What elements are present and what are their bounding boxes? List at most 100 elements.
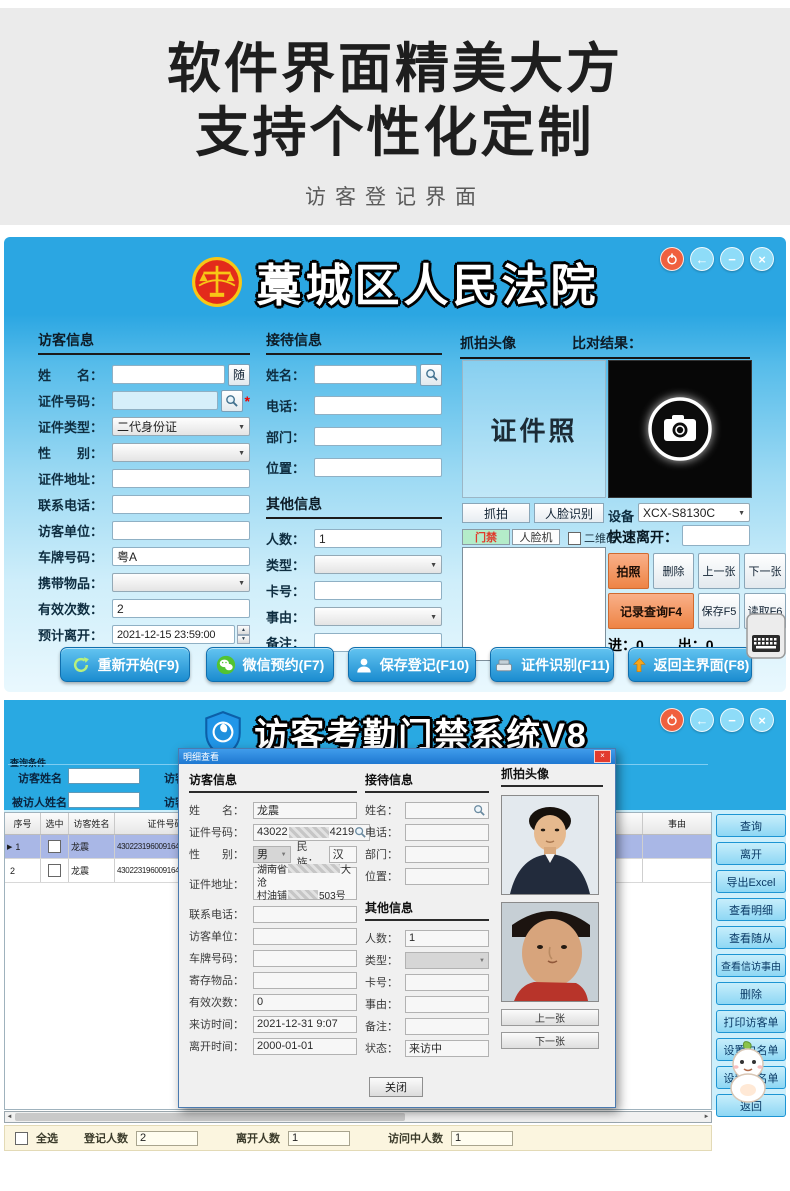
type-select[interactable] (314, 555, 442, 574)
sidebar-view-petition-button[interactable]: 查看信访事由 (716, 954, 786, 977)
dialog-prev-photo-button[interactable]: 上一张 (501, 1009, 599, 1026)
tab-door-access[interactable]: 门禁 (462, 529, 510, 545)
carried-items-select[interactable] (112, 573, 250, 592)
next-photo-button[interactable]: 下一张 (744, 553, 786, 589)
select-all-checkbox[interactable] (15, 1132, 28, 1145)
col-header-name[interactable]: 访客姓名 (69, 813, 115, 834)
back-button[interactable]: ← (690, 247, 714, 271)
dlg-count-value[interactable]: 1 (405, 930, 489, 947)
dialog-close-action-button[interactable]: 关闭 (369, 1077, 423, 1097)
dlg-card-value[interactable] (405, 974, 489, 991)
event-list-box[interactable] (462, 547, 606, 661)
sidebar-delete-button[interactable]: 删除 (716, 982, 786, 1005)
save-registration-button[interactable]: 保存登记(F10) (348, 647, 476, 682)
row-checkbox[interactable] (48, 840, 61, 853)
sidebar-view-followers-button[interactable]: 查看随从 (716, 926, 786, 949)
device-select[interactable]: XCX-S8130C (638, 503, 750, 522)
dlg-plate-value[interactable] (253, 950, 357, 967)
id-scan-button[interactable]: 证件识别(F11) (490, 647, 614, 682)
tab-face-machine[interactable]: 人脸机 (512, 529, 560, 545)
dlg-phone-value[interactable] (253, 906, 357, 923)
search-icon[interactable] (473, 804, 485, 816)
dlg-address-value[interactable]: 湖南省大沧 村油铺503号 (253, 867, 357, 900)
virtual-keyboard-button[interactable] (746, 613, 786, 664)
dlg-name-value[interactable]: 龙震 (253, 802, 357, 819)
close-button[interactable]: × (750, 247, 774, 271)
save-f5-button[interactable]: 保存F5 (698, 593, 740, 629)
minimize-button[interactable]: − (720, 247, 744, 271)
id-type-select[interactable]: 二代身份证 (112, 417, 250, 436)
id-address-input[interactable] (112, 469, 250, 488)
scroll-left-arrow[interactable]: ◄ (5, 1114, 14, 1120)
quick-leave-input[interactable] (682, 525, 750, 546)
scrollbar-thumb[interactable] (15, 1113, 405, 1121)
dialog-close-button[interactable]: × (594, 750, 611, 763)
wechat-booking-button[interactable]: 微信预约(F7) (206, 647, 334, 682)
people-count-input[interactable]: 1 (314, 529, 442, 548)
col-header-no[interactable]: 序号 (5, 813, 41, 834)
photo-button[interactable]: 拍照 (608, 553, 649, 589)
restart-button[interactable]: 重新开始(F9) (60, 647, 190, 682)
random-name-button[interactable]: 随 (228, 364, 250, 386)
power-button[interactable] (660, 247, 684, 271)
record-query-button[interactable]: 记录查询F4 (608, 593, 694, 629)
spinner-down-button[interactable]: ▼ (237, 635, 250, 645)
dialog-title-bar[interactable]: 明细查看 × (179, 749, 615, 764)
delete-button[interactable]: 删除 (653, 553, 694, 589)
return-main-button[interactable]: 返回主界面(F8) (628, 647, 752, 682)
qr-checkbox[interactable] (568, 532, 581, 545)
dlg-nation-value[interactable]: 汉 (329, 846, 357, 863)
prev-photo-button[interactable]: 上一张 (698, 553, 740, 589)
dlg-rec-loc-value[interactable] (405, 868, 489, 885)
dlg-rec-dept-value[interactable] (405, 846, 489, 863)
id-search-button[interactable] (221, 390, 243, 412)
horizontal-scrollbar[interactable]: ◄ ► (4, 1111, 712, 1123)
id-number-input[interactable] (112, 391, 218, 410)
sidebar-leave-button[interactable]: 离开 (716, 842, 786, 865)
dlg-visit-time-value[interactable]: 2021-12-31 9:07 (253, 1016, 357, 1033)
back-button[interactable]: ← (690, 708, 714, 732)
minimize-button[interactable]: − (720, 708, 744, 732)
col-header-selected[interactable]: 选中 (41, 813, 69, 834)
dlg-leave-time-value[interactable]: 2000-01-01 (253, 1038, 357, 1055)
dlg-times-value[interactable]: 0 (253, 994, 357, 1011)
card-number-input[interactable] (314, 581, 442, 600)
dlg-deposit-value[interactable] (253, 972, 357, 989)
snap-button[interactable]: 抓拍 (462, 503, 530, 523)
contact-phone-input[interactable] (112, 495, 250, 514)
sidebar-print-button[interactable]: 打印访客单 (716, 1010, 786, 1033)
dlg-status-value[interactable]: 来访中 (405, 1040, 489, 1057)
valid-times-input[interactable]: 2 (112, 599, 250, 618)
spinner-up-button[interactable]: ▲ (237, 625, 250, 635)
dlg-rec-phone-value[interactable] (405, 824, 489, 841)
reason-select[interactable] (314, 607, 442, 626)
reception-location-input[interactable] (314, 458, 442, 477)
dialog-next-photo-button[interactable]: 下一张 (501, 1032, 599, 1049)
sidebar-view-detail-button[interactable]: 查看明细 (716, 898, 786, 921)
dlg-type-select[interactable] (405, 952, 489, 969)
row-checkbox[interactable] (48, 864, 61, 877)
face-recognition-button[interactable]: 人脸识别 (534, 503, 604, 523)
visitor-org-input[interactable] (112, 521, 250, 540)
expected-leave-input[interactable]: 2021-12-15 23:59:00 (112, 625, 235, 644)
sidebar-query-button[interactable]: 查询 (716, 814, 786, 837)
visited-name-query-input[interactable] (68, 792, 140, 808)
scroll-right-arrow[interactable]: ► (702, 1114, 711, 1120)
dlg-gender-select[interactable]: 男 (253, 846, 291, 863)
close-button[interactable]: × (750, 708, 774, 732)
plate-number-input[interactable]: 粤A (112, 547, 250, 566)
dlg-org-value[interactable] (253, 928, 357, 945)
visitor-name-input[interactable] (112, 365, 225, 384)
sidebar-export-excel-button[interactable]: 导出Excel (716, 870, 786, 893)
col-header-reason[interactable]: 事由 (643, 813, 711, 834)
dlg-reason-value[interactable] (405, 996, 489, 1013)
power-button[interactable] (660, 708, 684, 732)
reception-phone-input[interactable] (314, 396, 442, 415)
reception-dept-input[interactable] (314, 427, 442, 446)
reception-name-input[interactable] (314, 365, 417, 384)
gender-select[interactable] (112, 443, 250, 462)
dlg-note-value[interactable] (405, 1018, 489, 1035)
visitor-name-query-input[interactable] (68, 768, 140, 784)
dlg-rec-name-value[interactable] (405, 802, 489, 819)
reception-search-button[interactable] (420, 364, 442, 386)
